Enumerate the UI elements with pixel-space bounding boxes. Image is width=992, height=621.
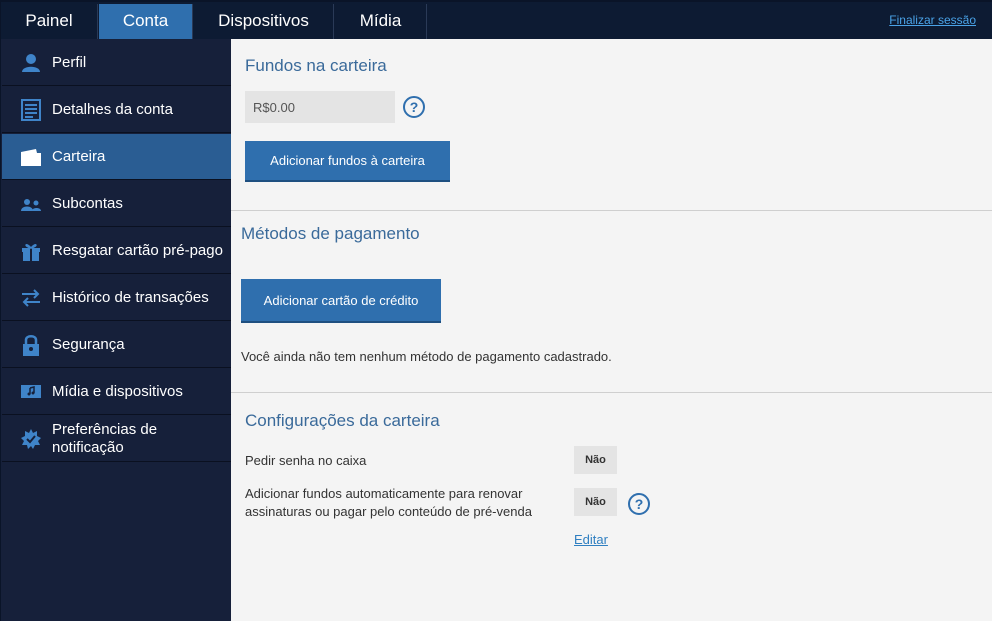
tab-dispositivos[interactable]: Dispositivos	[194, 4, 334, 39]
sidebar-item-label: Subcontas	[52, 195, 123, 212]
sidebar-item-label: Preferências de notificação	[52, 421, 158, 456]
tab-conta[interactable]: Conta	[99, 4, 193, 39]
wallet-icon	[21, 149, 41, 166]
sidebar-item-notificacao[interactable]: Preferências de notificação	[2, 416, 231, 462]
password-setting-label: Pedir senha no caixa	[245, 453, 367, 468]
section-divider	[231, 210, 992, 211]
payment-title: Métodos de pagamento	[241, 224, 420, 243]
sidebar-item-historico[interactable]: Histórico de transações	[2, 275, 231, 321]
top-nav: Painel Conta Dispositivos Mídia Finaliza…	[0, 0, 992, 39]
sidebar-item-label: Mídia e dispositivos	[52, 383, 183, 400]
add-credit-card-button[interactable]: Adicionar cartão de crédito	[241, 279, 441, 323]
funds-title: Fundos na carteira	[245, 56, 387, 75]
sidebar-item-label: Segurança	[52, 336, 125, 353]
help-icon[interactable]: ?	[628, 493, 650, 515]
no-payment-methods-text: Você ainda não tem nenhum método de paga…	[241, 349, 612, 364]
tab-painel[interactable]: Painel	[1, 4, 98, 39]
sidebar-item-carteira[interactable]: Carteira	[2, 134, 231, 180]
sidebar-item-resgatar[interactable]: Resgatar cartão pré-pago	[2, 228, 231, 274]
sidebar-item-perfil[interactable]: Perfil	[2, 40, 231, 86]
main-content: Fundos na carteira ? Adicionar fundos à …	[231, 39, 992, 621]
sidebar-item-midia[interactable]: Mídia e dispositivos	[2, 369, 231, 415]
users-icon	[21, 199, 41, 211]
edit-link[interactable]: Editar	[574, 532, 608, 547]
logout-link[interactable]: Finalizar sessão	[889, 13, 976, 27]
sidebar: Perfil Detalhes da conta Carteira Subcon…	[0, 39, 231, 621]
sidebar-item-detalhes[interactable]: Detalhes da conta	[2, 87, 231, 133]
add-funds-button[interactable]: Adicionar fundos à carteira	[245, 141, 450, 182]
tab-midia[interactable]: Mídia	[335, 4, 427, 39]
autofund-setting-value[interactable]: Não	[574, 488, 617, 516]
gift-icon	[22, 244, 40, 261]
settings-title: Configurações da carteira	[245, 411, 440, 430]
media-icon	[21, 385, 41, 398]
section-divider	[231, 392, 992, 393]
autofund-setting-label: Adicionar fundos automaticamente para re…	[245, 486, 532, 519]
person-icon	[22, 54, 40, 72]
sidebar-item-label: Carteira	[52, 148, 106, 165]
sidebar-item-seguranca[interactable]: Segurança	[2, 322, 231, 368]
document-icon	[21, 99, 41, 121]
help-icon[interactable]: ?	[403, 96, 425, 118]
password-setting-value[interactable]: Não	[574, 446, 617, 474]
arrows-icon	[22, 289, 40, 307]
sidebar-item-subcontas[interactable]: Subcontas	[2, 181, 231, 227]
sidebar-item-label: Detalhes da conta	[52, 101, 173, 118]
sidebar-item-label: Perfil	[52, 54, 87, 71]
badge-icon	[21, 429, 41, 449]
funds-value-field	[245, 91, 395, 123]
lock-icon	[23, 335, 39, 356]
sidebar-item-label: Resgatar cartão pré-pago	[52, 242, 223, 259]
sidebar-item-label: Histórico de transações	[52, 289, 209, 306]
